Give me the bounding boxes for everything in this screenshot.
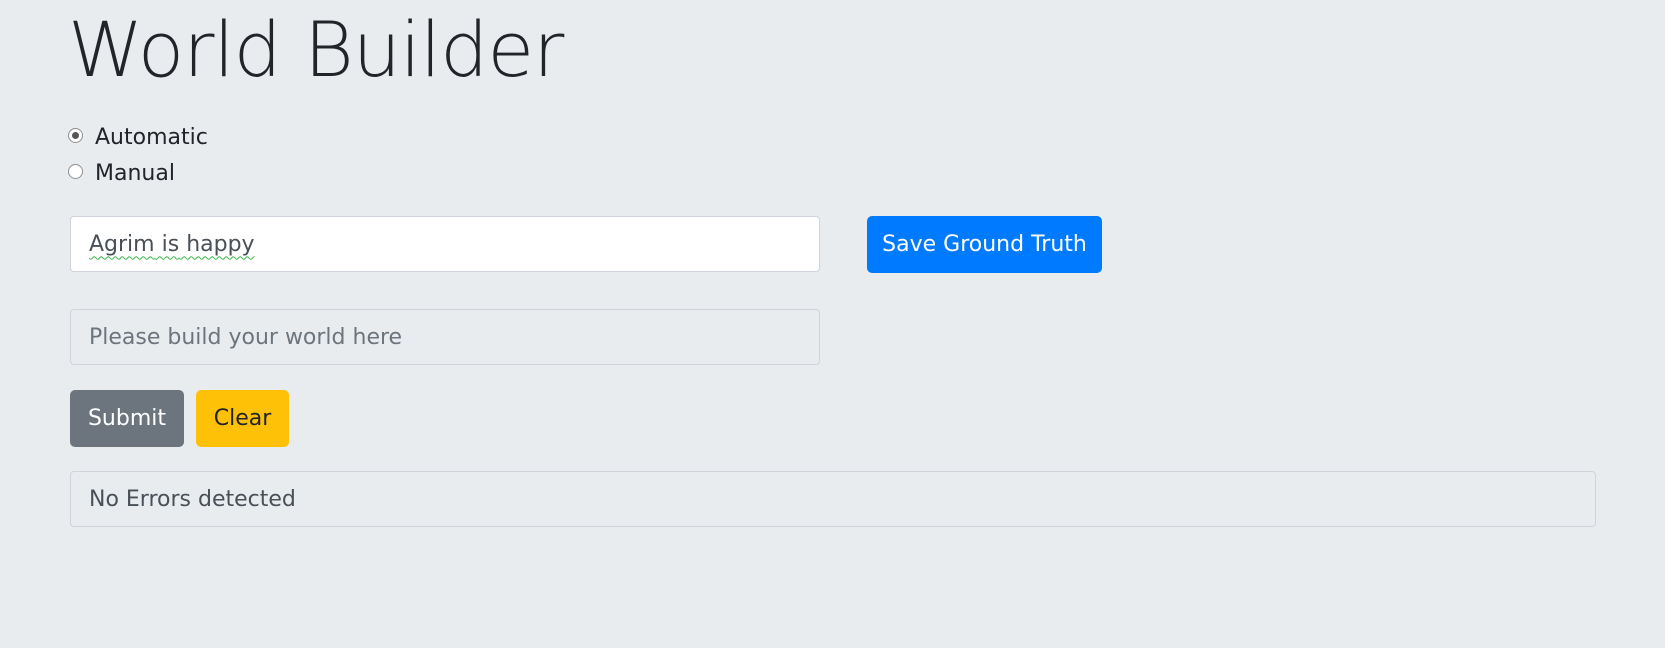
ground-truth-input[interactable]: Agrim is happy — [70, 216, 820, 272]
page-title: World Builder — [68, 5, 564, 94]
radio-manual[interactable]: Manual — [68, 161, 175, 186]
submit-button[interactable]: Submit — [70, 390, 184, 447]
save-ground-truth-button[interactable]: Save Ground Truth — [867, 216, 1102, 273]
radio-automatic[interactable]: Automatic — [68, 125, 208, 150]
world-input-placeholder: Please build your world here — [89, 324, 403, 350]
error-status-message: No Errors detected — [89, 486, 296, 512]
radio-automatic-circle[interactable] — [68, 128, 83, 143]
error-status-box: No Errors detected — [70, 471, 1596, 527]
clear-button[interactable]: Clear — [196, 390, 289, 447]
radio-manual-label: Manual — [95, 161, 175, 186]
ground-truth-value: Agrim is happy — [89, 231, 255, 257]
world-input[interactable]: Please build your world here — [70, 309, 820, 365]
radio-automatic-label: Automatic — [95, 125, 208, 150]
radio-manual-circle[interactable] — [68, 164, 83, 179]
